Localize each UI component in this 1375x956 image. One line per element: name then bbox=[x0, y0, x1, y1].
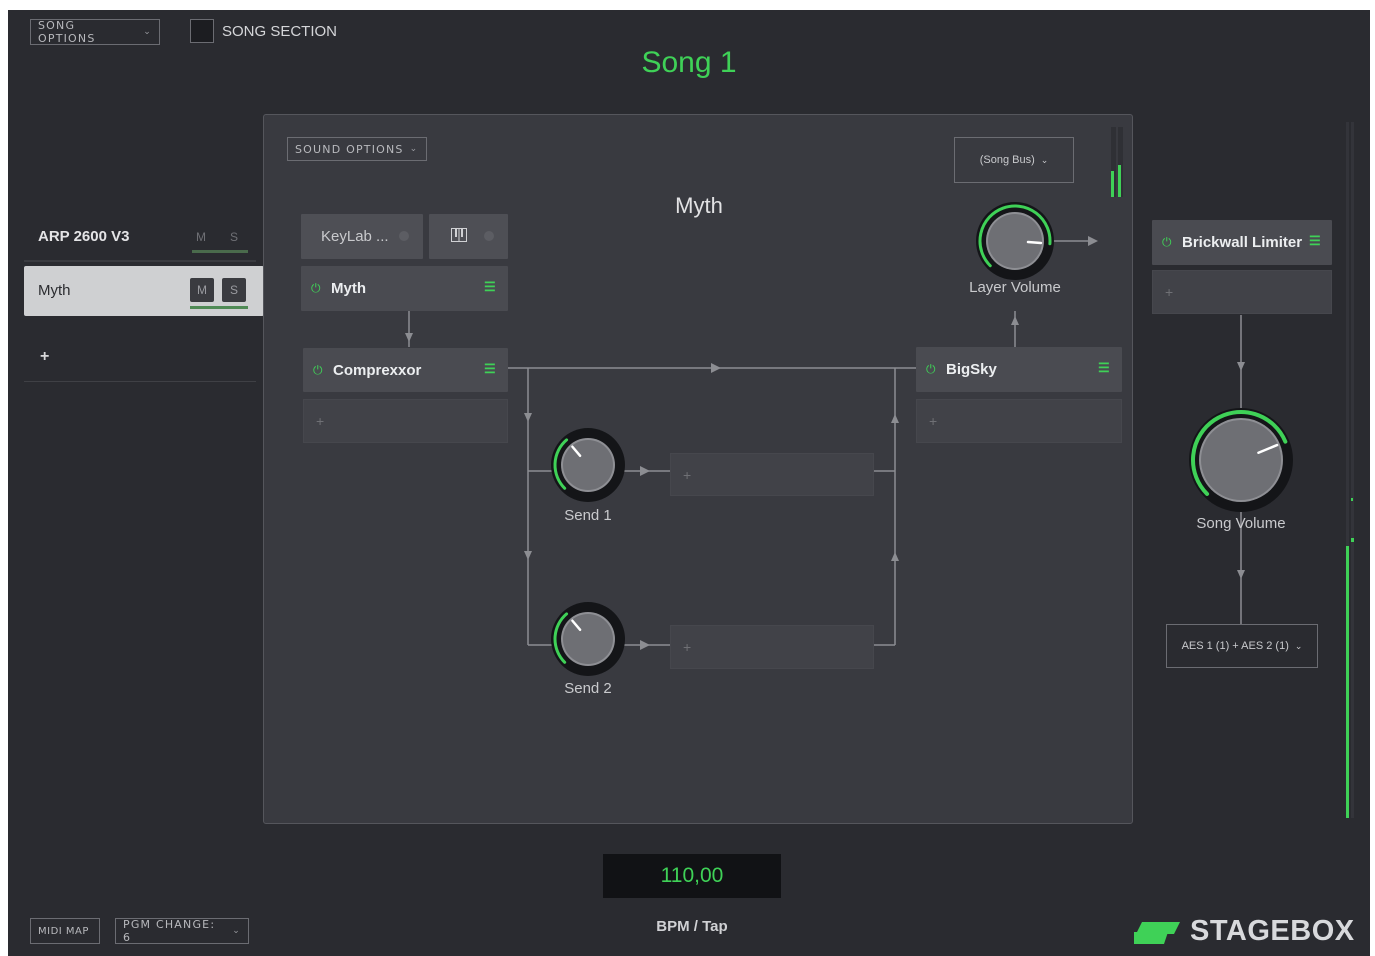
power-icon[interactable]: ⏻ bbox=[1162, 235, 1172, 250]
effect-block-brickwall-limiter[interactable]: ⏻ Brickwall Limiter ☰ bbox=[1152, 220, 1332, 265]
song-output-select[interactable]: AES 1 (1) + AES 2 (1) ⌄ bbox=[1166, 624, 1318, 668]
eq-settings-icon[interactable]: ☰ bbox=[1309, 233, 1321, 249]
song-volume-knob[interactable] bbox=[1188, 407, 1294, 513]
brand-name: STAGEBOX bbox=[1190, 915, 1355, 947]
song-bus-routing-lines bbox=[1237, 122, 1354, 818]
pgm-change-label: PGM CHANGE: 6 bbox=[123, 918, 216, 944]
bpm-display[interactable]: 110,00 bbox=[603, 854, 781, 898]
midi-map-label: MIDI MAP bbox=[38, 925, 89, 937]
pgm-change-select[interactable]: PGM CHANGE: 6 ⌄ bbox=[115, 918, 249, 944]
song-volume-label: Song Volume bbox=[1196, 515, 1286, 532]
effect-label: Brickwall Limiter bbox=[1182, 234, 1303, 251]
bpm-tap-button[interactable]: BPM / Tap bbox=[603, 918, 781, 935]
midi-map-button[interactable]: MIDI MAP bbox=[30, 918, 100, 944]
song-output-value: AES 1 (1) + AES 2 (1) bbox=[1181, 640, 1289, 652]
chevron-down-icon: ⌄ bbox=[1294, 640, 1303, 651]
plus-icon: + bbox=[1165, 284, 1174, 300]
stagebox-logo-icon bbox=[1134, 922, 1180, 944]
chevron-down-icon: ⌄ bbox=[232, 926, 241, 936]
add-song-effect-slot[interactable]: + bbox=[1152, 270, 1332, 314]
stagebox-app: SONG OPTIONS ⌄ SONG SECTION Song 1 ARP 2… bbox=[8, 10, 1370, 956]
